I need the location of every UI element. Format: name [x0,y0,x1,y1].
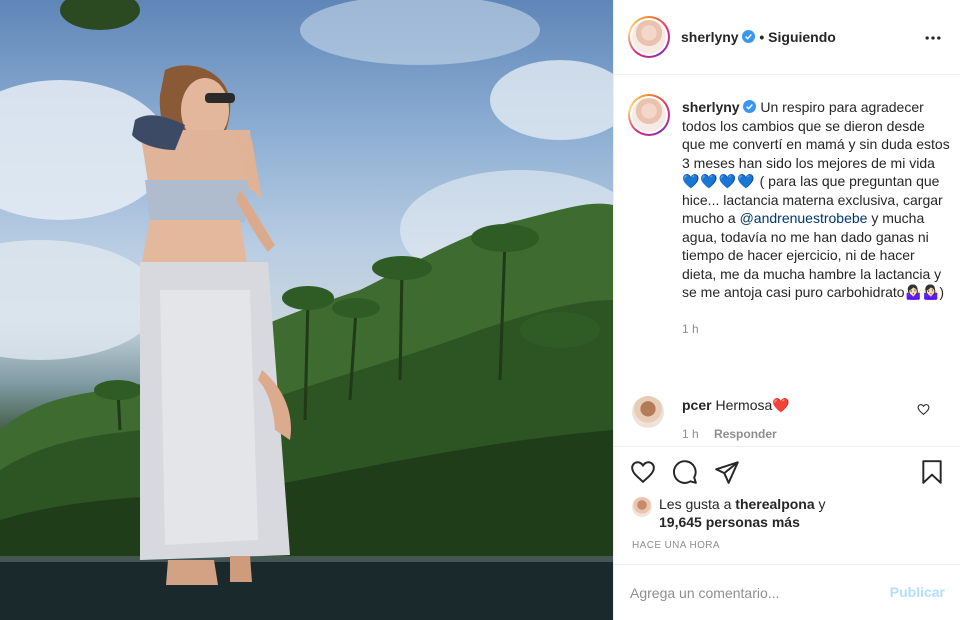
caption-mention-link[interactable]: @andrenuestrobebe [740,210,868,226]
heart-icon[interactable] [630,459,656,485]
follow-status[interactable]: • Siguiendo [759,29,835,45]
more-icon[interactable] [923,28,943,48]
verified-icon [743,100,757,113]
post-timestamp[interactable]: Hace una hora [632,540,720,551]
author-avatar[interactable] [628,16,670,58]
caption-avatar[interactable] [628,94,670,136]
caption-username[interactable]: sherlyny [682,99,740,115]
publish-button[interactable]: Publicar [890,584,945,600]
comment-item: pcer Hermosa❤️ 1 h Responder [614,388,960,448]
comment-time[interactable]: 1 h [682,427,699,441]
share-icon[interactable] [714,459,740,485]
caption-text: sherlyny Un respiro para agradecer todos… [682,98,950,338]
caption-time[interactable]: 1 h [682,320,950,339]
post-photo[interactable] [0,0,613,620]
post-actions: Les gusta a therealpona y 19,645 persona… [614,446,960,564]
small-heart-icon[interactable] [917,403,930,416]
save-icon[interactable] [919,459,945,485]
comment-body: pcer Hermosa❤️ [682,396,790,414]
comment-meta: 1 h Responder [682,427,777,441]
author-username[interactable]: sherlyny [681,29,739,45]
header-user-line: sherlyny • Siguiendo [681,29,836,45]
post-header: sherlyny • Siguiendo [614,0,960,75]
comment-text: Hermosa❤️ [715,397,790,413]
likes-conj: y [818,496,826,512]
likes-prefix: Les gusta a [659,496,732,512]
likes-line-1: Les gusta a therealpona y [659,495,826,513]
comment-input[interactable] [630,582,880,604]
liker-username[interactable]: therealpona [735,496,814,512]
blue-hearts-emoji: 💙💙💙💙 [682,173,756,189]
photo-illustration [0,0,613,620]
verified-icon [742,30,756,43]
commenter-username[interactable]: pcer [682,397,712,413]
commenter-avatar[interactable] [632,396,664,428]
liker-avatar[interactable] [632,497,652,517]
post-side-panel: sherlyny • Siguiendo sherlyny Un respiro… [613,0,960,620]
comment-icon[interactable] [672,459,698,485]
likes-count[interactable]: 19,645 personas más [659,513,800,531]
add-comment-bar: Publicar [614,564,960,620]
reply-button[interactable]: Responder [714,427,777,441]
